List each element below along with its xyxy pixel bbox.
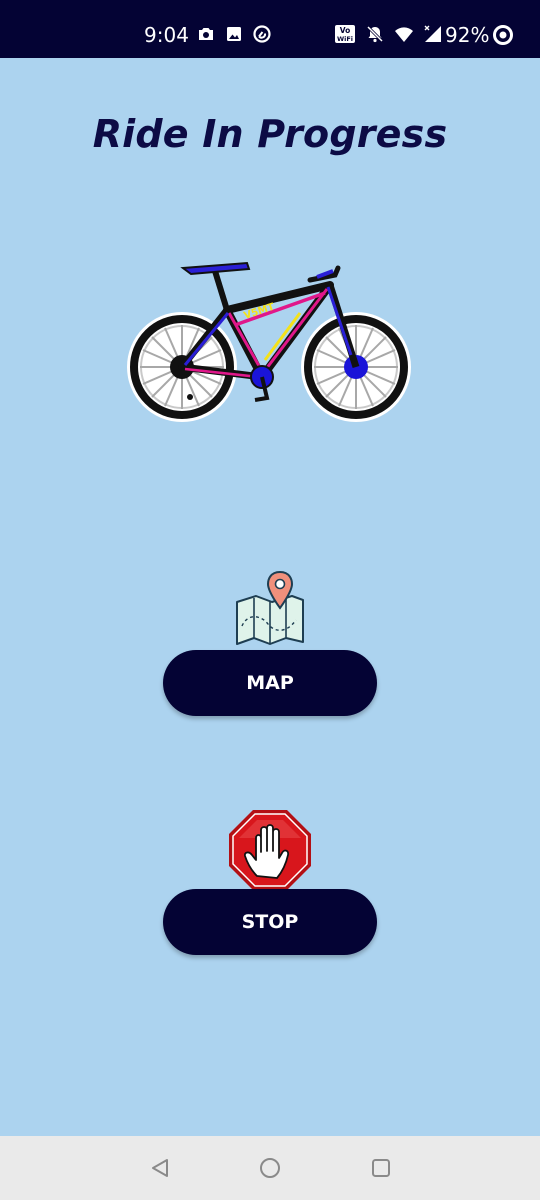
back-icon[interactable] bbox=[148, 1156, 172, 1180]
vowifi-icon: Vo WiFi bbox=[335, 25, 355, 43]
recents-icon[interactable] bbox=[369, 1156, 393, 1180]
status-time: 9:04 bbox=[144, 23, 189, 47]
battery-icon bbox=[493, 25, 513, 45]
status-bar: 9:04 Vo WiFi 92% bbox=[0, 0, 540, 58]
home-icon[interactable] bbox=[258, 1156, 282, 1180]
notifications-off-icon bbox=[366, 25, 384, 43]
svg-text:Vo: Vo bbox=[340, 26, 351, 35]
map-button[interactable]: MAP bbox=[163, 650, 377, 716]
svg-text:WiFi: WiFi bbox=[337, 35, 353, 43]
image-icon bbox=[227, 27, 241, 41]
stop-hand-icon bbox=[229, 810, 311, 890]
signal-icon bbox=[424, 25, 441, 42]
map-icon bbox=[236, 570, 304, 645]
bicycle-icon: V5MT bbox=[127, 261, 411, 422]
page-title: Ride In Progress bbox=[92, 112, 448, 156]
wifi-icon bbox=[395, 27, 413, 42]
navigation-bar bbox=[0, 1136, 540, 1200]
sync-icon bbox=[253, 25, 271, 43]
battery-level: 92% bbox=[445, 23, 490, 47]
camera-icon bbox=[199, 28, 213, 40]
stop-button[interactable]: STOP bbox=[163, 889, 377, 955]
